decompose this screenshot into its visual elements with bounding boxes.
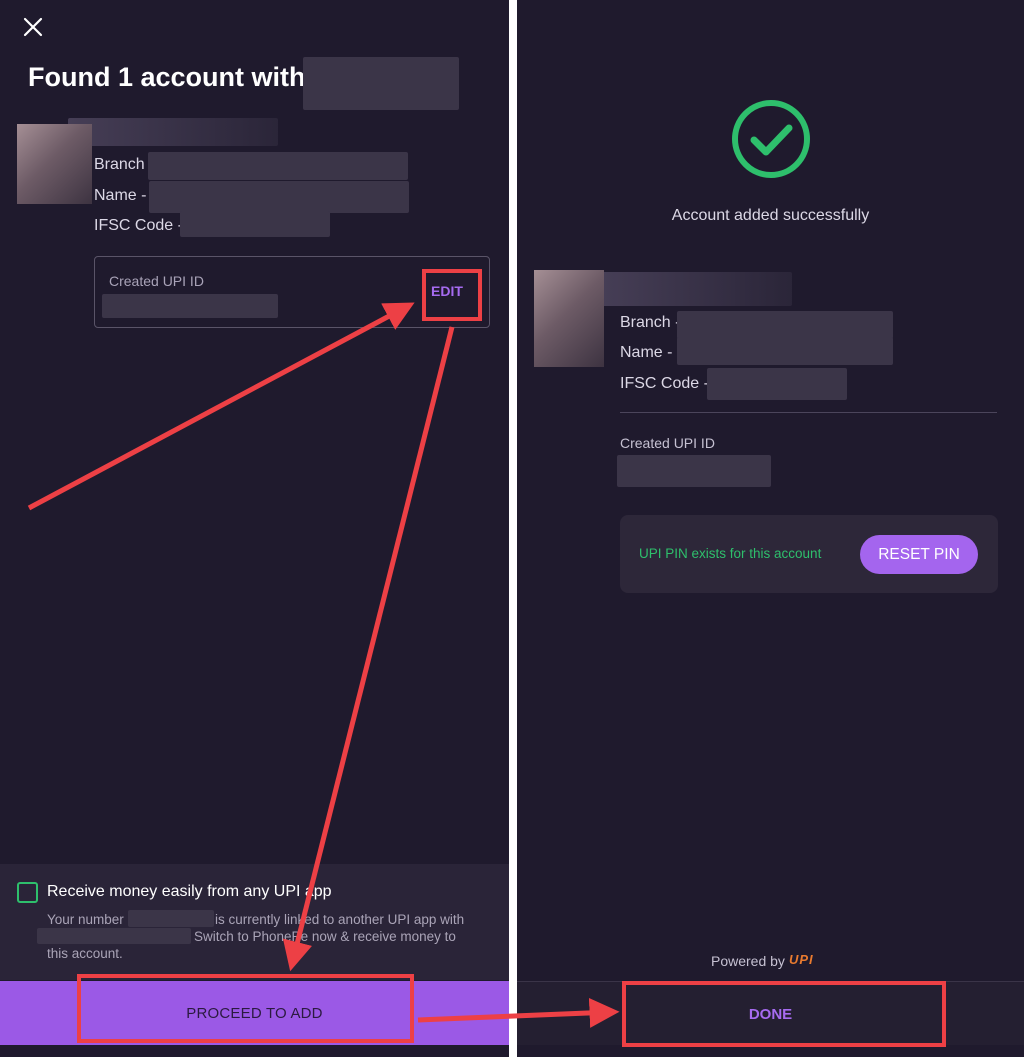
annotation-arrows [27,302,620,1028]
arrow-to-edit [27,302,415,511]
arrow-proceed-to-done [417,997,620,1028]
arrow-edit-to-proceed [282,326,455,972]
